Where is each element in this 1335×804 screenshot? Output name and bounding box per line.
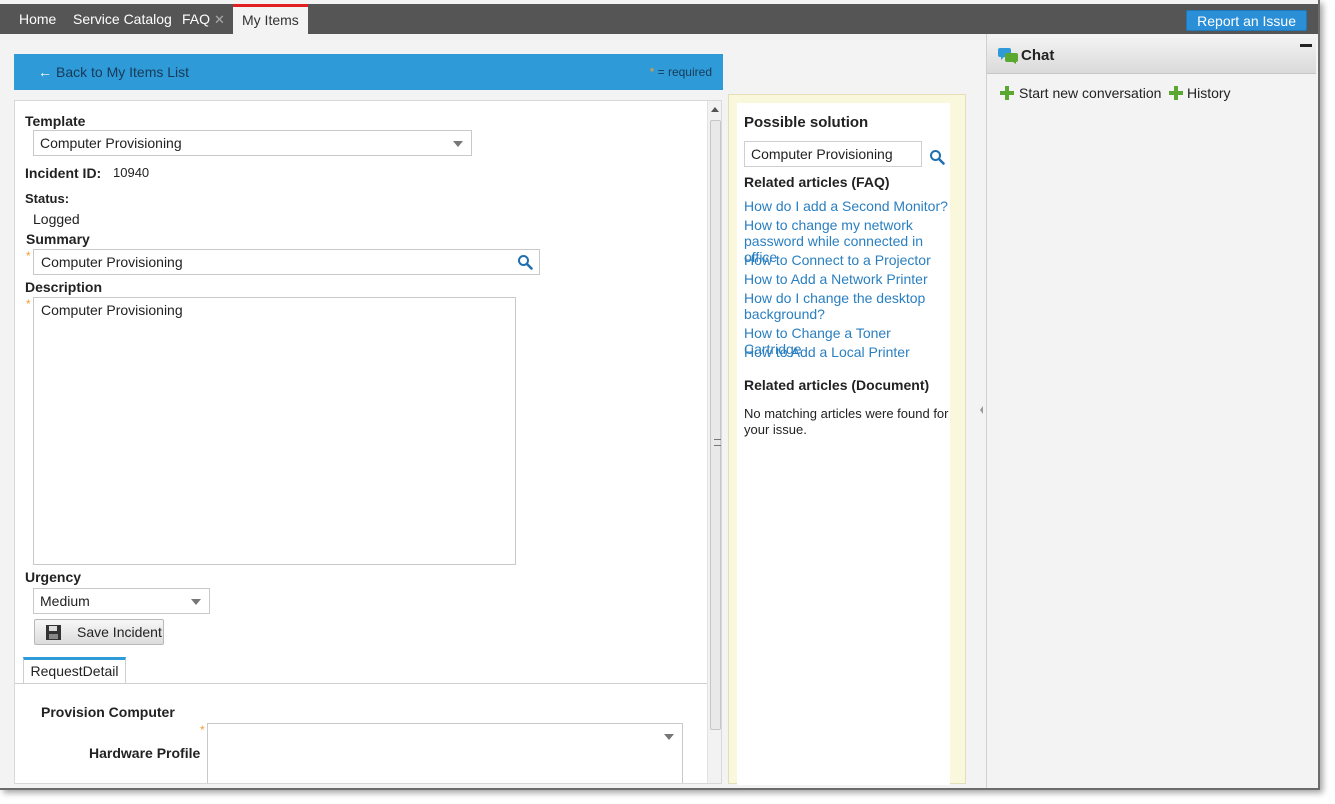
chat-header: Chat [987, 38, 1316, 74]
app-window: Home Service Catalog FAQ ✕ My Items Repor… [0, 0, 1320, 790]
history-label: History [1187, 85, 1231, 101]
tab-service-catalog-label: Service Catalog [73, 11, 172, 27]
faq-heading: Related articles (FAQ) [744, 174, 890, 190]
document-heading: Related articles (Document) [744, 377, 930, 393]
hardware-profile-select[interactable] [207, 723, 683, 783]
description-value: Computer Provisioning [41, 302, 183, 318]
back-to-list-link[interactable]: ← Back to My Items List [38, 64, 189, 80]
urgency-label: Urgency [25, 569, 82, 585]
faq-link[interactable]: How to Add a Local Printer [744, 344, 950, 360]
tab-divider [15, 683, 707, 684]
start-conversation-link[interactable]: Start new conversation [1000, 85, 1161, 101]
summary-required-star: * [26, 249, 31, 263]
incident-id-value: 10940 [113, 165, 150, 180]
scroll-up-icon[interactable] [711, 107, 719, 112]
faq-link[interactable]: How to Connect to a Projector [744, 252, 950, 268]
close-icon[interactable]: ✕ [214, 12, 225, 27]
chevron-down-icon [664, 734, 674, 740]
summary-value: Computer Provisioning [41, 254, 183, 270]
tab-request-detail[interactable]: RequestDetail [23, 657, 126, 684]
description-textarea[interactable]: Computer Provisioning [33, 297, 516, 565]
faq-link[interactable]: How do I change the desktop background? [744, 290, 950, 322]
possible-solution-title: Possible solution [744, 114, 869, 131]
required-text: = required [657, 65, 712, 79]
chevron-down-icon [191, 599, 201, 605]
save-icon [46, 625, 61, 640]
possible-solution-content: Possible solution Computer Provisioning … [737, 103, 950, 785]
incident-form: Template Computer Provisioning Incident … [14, 100, 722, 784]
report-issue-button[interactable]: Report an Issue [1186, 10, 1307, 31]
collapse-handle[interactable] [980, 395, 984, 425]
arrow-left-icon: ← [38, 64, 52, 80]
search-icon[interactable] [517, 254, 533, 270]
faq-link[interactable]: How do I add a Second Monitor? [744, 198, 950, 214]
chevron-down-icon [453, 141, 463, 147]
hardware-required-star: * [200, 723, 205, 737]
back-bar: ← Back to My Items List * = required [14, 54, 723, 90]
required-star: * [649, 65, 655, 79]
chat-icon [998, 48, 1018, 64]
template-label: Template [25, 113, 86, 129]
tab-my-items[interactable]: My Items [233, 4, 308, 34]
start-conversation-label: Start new conversation [1019, 85, 1162, 101]
urgency-select[interactable]: Medium [33, 588, 210, 614]
chat-panel: Chat Start new conversation History [986, 34, 1318, 788]
chat-title: Chat [1021, 47, 1055, 64]
minimize-icon[interactable] [1300, 44, 1312, 47]
tab-home[interactable]: Home [10, 4, 65, 34]
tab-faq[interactable]: FAQ ✕ [173, 4, 234, 34]
description-label: Description [25, 279, 103, 295]
form-scrollbar[interactable] [707, 101, 721, 783]
provision-heading: Provision Computer [41, 704, 175, 720]
urgency-value: Medium [40, 593, 90, 609]
hardware-profile-label: Hardware Profile [89, 745, 201, 761]
status-value: Logged [33, 211, 80, 227]
tab-faq-label: FAQ [182, 11, 211, 27]
history-link[interactable]: History [1169, 85, 1231, 101]
tab-service-catalog[interactable]: Service Catalog [64, 4, 181, 34]
template-select[interactable]: Computer Provisioning [33, 130, 472, 156]
search-icon[interactable] [929, 149, 945, 165]
description-required-star: * [26, 297, 31, 311]
required-legend: * = required [650, 65, 712, 79]
template-value: Computer Provisioning [40, 135, 182, 151]
scroll-thumb[interactable] [710, 120, 721, 730]
plus-icon [1000, 86, 1014, 100]
status-label: Status: [25, 191, 70, 206]
no-match-message: No matching articles were found for your… [744, 406, 949, 437]
tab-my-items-label: My Items [242, 12, 299, 28]
back-label: Back to My Items List [56, 64, 190, 80]
grip-icon [714, 439, 721, 446]
faq-link[interactable]: How to Add a Network Printer [744, 271, 950, 287]
save-label: Save Incident [77, 624, 162, 640]
solution-search-input[interactable]: Computer Provisioning [744, 141, 922, 167]
save-incident-button[interactable]: Save Incident [34, 619, 164, 645]
summary-input[interactable]: Computer Provisioning [33, 249, 540, 275]
top-nav: Home Service Catalog FAQ ✕ My Items Repor… [0, 4, 1318, 34]
possible-solution-panel: Possible solution Computer Provisioning … [728, 94, 966, 785]
incident-id-label: Incident ID: [25, 165, 102, 181]
plus-icon [1169, 86, 1183, 100]
summary-label: Summary [26, 231, 90, 247]
tab-home-label: Home [19, 11, 57, 27]
